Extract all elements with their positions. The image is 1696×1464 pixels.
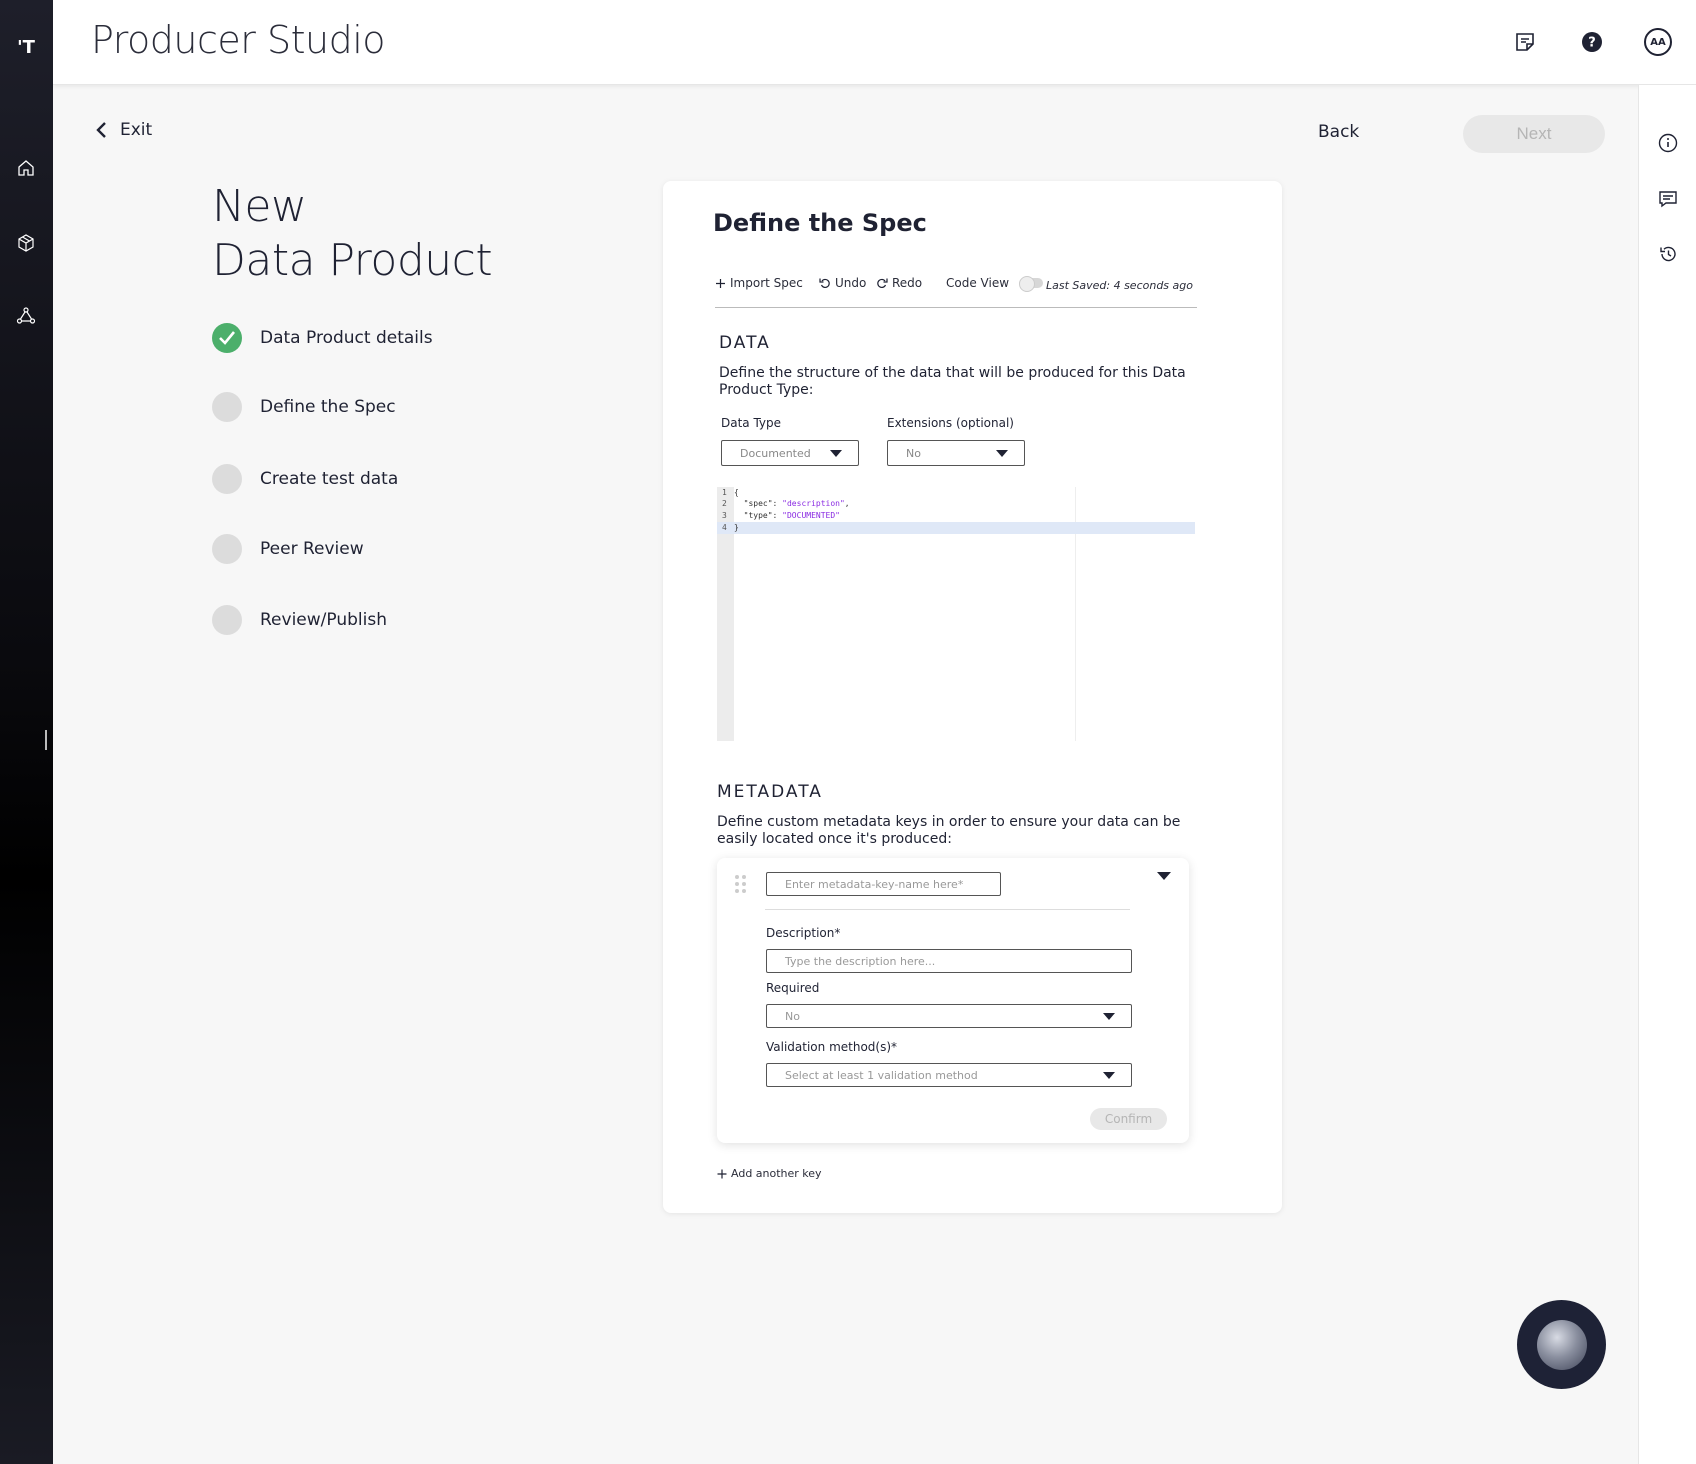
toolbar-divider [715, 307, 1197, 308]
user-avatar[interactable]: AA [1644, 28, 1672, 56]
step-indicator [212, 392, 242, 422]
code-editor[interactable]: 1{ 2 "spec": "description", 3 "type": "D… [717, 487, 1195, 741]
globe-icon [1536, 1319, 1587, 1370]
page-heading: New Data Product [212, 180, 493, 288]
help-icon[interactable]: ? [1578, 28, 1606, 56]
comment-icon[interactable] [1656, 187, 1680, 211]
last-saved-status: Last Saved: 4 seconds ago [1045, 279, 1193, 292]
validation-label: Validation method(s)* [766, 1040, 898, 1054]
code-view-label: Code View [946, 276, 1010, 290]
app-logo[interactable]: 'T [14, 38, 38, 58]
next-button[interactable]: Next [1463, 115, 1605, 153]
step-review-publish[interactable]: Review/Publish [212, 605, 387, 635]
extensions-value: No [906, 446, 921, 460]
home-icon[interactable] [13, 155, 39, 181]
step-label: Review/Publish [260, 610, 387, 630]
history-icon[interactable] [1656, 242, 1680, 266]
metadata-key-card: Enter metadata-key-name here* Descriptio… [717, 858, 1189, 1143]
app-title: Producer Studio [91, 18, 386, 62]
data-section-description: Define the structure of the data that wi… [719, 365, 1186, 398]
chevron-down-icon [996, 450, 1008, 457]
description-label: Description* [766, 926, 841, 940]
step-label: Data Product details [260, 328, 433, 348]
svg-text:?: ? [1588, 36, 1596, 51]
code-line: 3 "type": "DOCUMENTED" [722, 511, 840, 520]
data-type-select[interactable]: Documented [721, 440, 859, 466]
metadata-section-description: Define custom metadata keys in order to … [717, 814, 1181, 847]
step-indicator [212, 534, 242, 564]
drag-handle-icon[interactable] [735, 875, 747, 895]
step-label: Define the Spec [260, 397, 396, 417]
required-value: No [785, 1009, 800, 1023]
chevron-down-icon [1103, 1072, 1115, 1079]
redo-label: Redo [892, 276, 923, 290]
validation-select[interactable]: Select at least 1 validation method [766, 1063, 1132, 1087]
code-line: 2 "spec": "description", [722, 499, 850, 508]
metadata-section-heading: METADATA [717, 782, 823, 802]
step-create-test-data[interactable]: Create test data [212, 464, 398, 494]
metadata-key-name-input[interactable]: Enter metadata-key-name here* [766, 872, 1001, 896]
add-another-key-button[interactable]: Add another key [717, 1167, 822, 1180]
spec-card: Define the Spec Import Spec Undo Redo Co… [663, 181, 1282, 1213]
step-indicator [212, 605, 242, 635]
step-indicator [212, 464, 242, 494]
chevron-left-icon [96, 122, 106, 138]
confirm-button[interactable]: Confirm [1090, 1108, 1167, 1130]
page-heading-line1: New [212, 181, 307, 232]
undo-label: Undo [835, 276, 867, 290]
chevron-down-icon [830, 450, 842, 457]
step-data-product-details[interactable]: Data Product details [212, 323, 433, 353]
redo-button[interactable]: Redo [876, 276, 922, 290]
card-title: Define the Spec [713, 209, 927, 237]
info-icon[interactable] [1656, 131, 1680, 155]
step-label: Peer Review [260, 539, 364, 559]
back-button[interactable]: Back [1318, 122, 1359, 142]
data-section-heading: DATA [719, 333, 771, 353]
assistant-button[interactable] [1517, 1300, 1606, 1389]
required-select[interactable]: No [766, 1004, 1132, 1028]
chevron-down-icon [1103, 1013, 1115, 1020]
undo-icon [819, 278, 830, 289]
check-icon [212, 323, 242, 353]
exit-label: Exit [120, 120, 153, 140]
box-icon[interactable] [13, 230, 39, 256]
plus-icon [717, 1169, 727, 1178]
spec-toolbar: Import Spec Undo Redo Code View Last Sav… [715, 276, 1193, 292]
required-label: Required [766, 981, 820, 995]
description-input[interactable]: Type the description here... [766, 949, 1132, 973]
step-peer-review[interactable]: Peer Review [212, 534, 364, 564]
import-spec-label: Import Spec [730, 276, 803, 290]
notes-icon[interactable] [1511, 28, 1539, 56]
undo-button[interactable]: Undo [819, 276, 866, 290]
exit-link[interactable]: Exit [96, 120, 152, 140]
extensions-select[interactable]: No [887, 440, 1025, 466]
left-nav-rail: 'T [0, 0, 53, 1464]
rail-resize-handle[interactable] [45, 730, 47, 750]
collapse-chevron-icon[interactable] [1157, 872, 1171, 880]
plus-icon [716, 278, 725, 288]
step-label: Create test data [260, 469, 399, 489]
right-utility-strip [1638, 85, 1696, 1464]
top-header: Producer Studio ? AA [53, 0, 1696, 85]
code-view-toggle[interactable]: Code View [946, 276, 1044, 292]
data-type-label: Data Type [721, 416, 782, 430]
page-heading-line2: Data Product [212, 235, 493, 286]
redo-icon [877, 278, 888, 289]
network-icon[interactable] [13, 303, 39, 329]
extensions-label: Extensions (optional) [887, 416, 1014, 430]
add-another-key-label: Add another key [731, 1167, 822, 1180]
code-line-active: 4} [717, 522, 1195, 534]
code-view-switch[interactable] [1019, 276, 1044, 292]
data-type-value: Documented [740, 446, 811, 460]
validation-placeholder: Select at least 1 validation method [785, 1068, 978, 1082]
import-spec-button[interactable]: Import Spec [715, 276, 803, 290]
step-define-the-spec[interactable]: Define the Spec [212, 392, 396, 422]
metadata-divider [765, 909, 1130, 910]
